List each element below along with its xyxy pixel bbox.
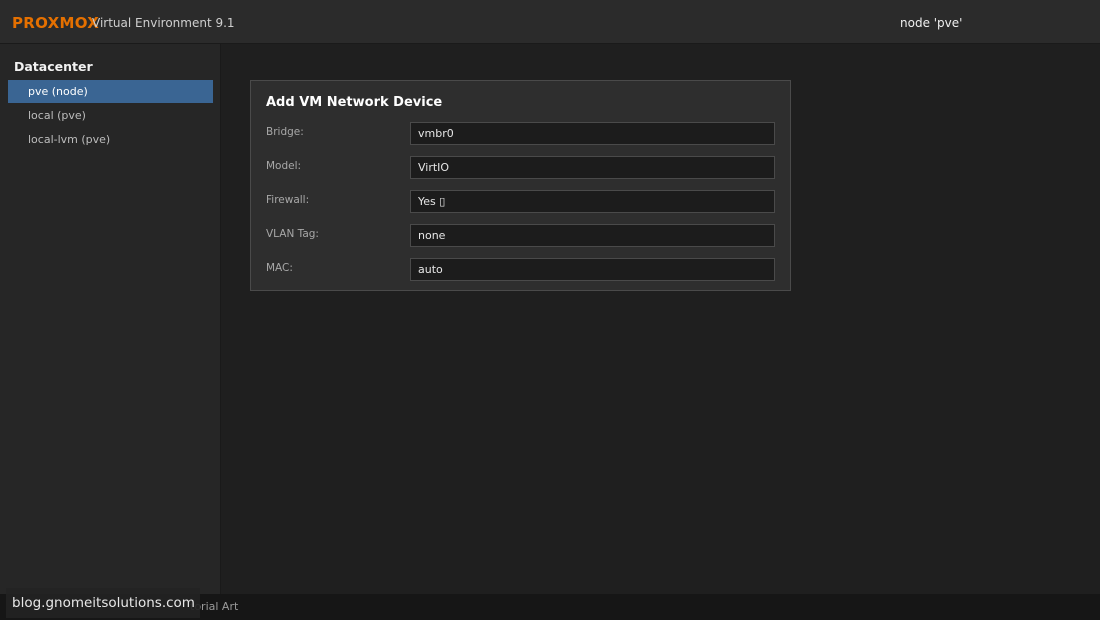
vlan-tag-field[interactable]: none <box>410 224 775 247</box>
watermark: blog.gnomeitsolutions.com <box>6 588 200 618</box>
firewall-label: Firewall: <box>266 194 310 206</box>
resource-tree: Datacenter pve (node) local (pve) local-… <box>0 44 221 594</box>
mac-label: MAC: <box>266 262 293 274</box>
model-field[interactable]: VirtIO <box>410 156 775 179</box>
vlan-tag-label: VLAN Tag: <box>266 228 319 240</box>
bridge-label: Bridge: <box>266 126 304 138</box>
top-bar: PROXMOX Virtual Environment 9.1 node 'pv… <box>0 0 1100 44</box>
firewall-field[interactable]: Yes ▯ <box>410 190 775 213</box>
product-version: Virtual Environment 9.1 <box>92 16 235 30</box>
current-node-label: node 'pve' <box>900 16 963 30</box>
mac-address-field[interactable]: auto <box>410 258 775 281</box>
brand-logo[interactable]: PROXMOX <box>12 14 99 32</box>
bridge-field[interactable]: vmbr0 <box>410 122 775 145</box>
tree-item-local-storage[interactable]: local (pve) <box>8 104 213 127</box>
tree-item-pve-node[interactable]: pve (node) <box>8 80 213 103</box>
model-label: Model: <box>266 160 302 172</box>
dialog-title: Add VM Network Device <box>266 95 443 110</box>
tree-item-local-lvm-storage[interactable]: local-lvm (pve) <box>8 128 213 151</box>
add-network-device-dialog: Add VM Network Device Bridge: vmbr0 Mode… <box>250 80 791 291</box>
tree-root-datacenter[interactable]: Datacenter <box>14 59 93 74</box>
